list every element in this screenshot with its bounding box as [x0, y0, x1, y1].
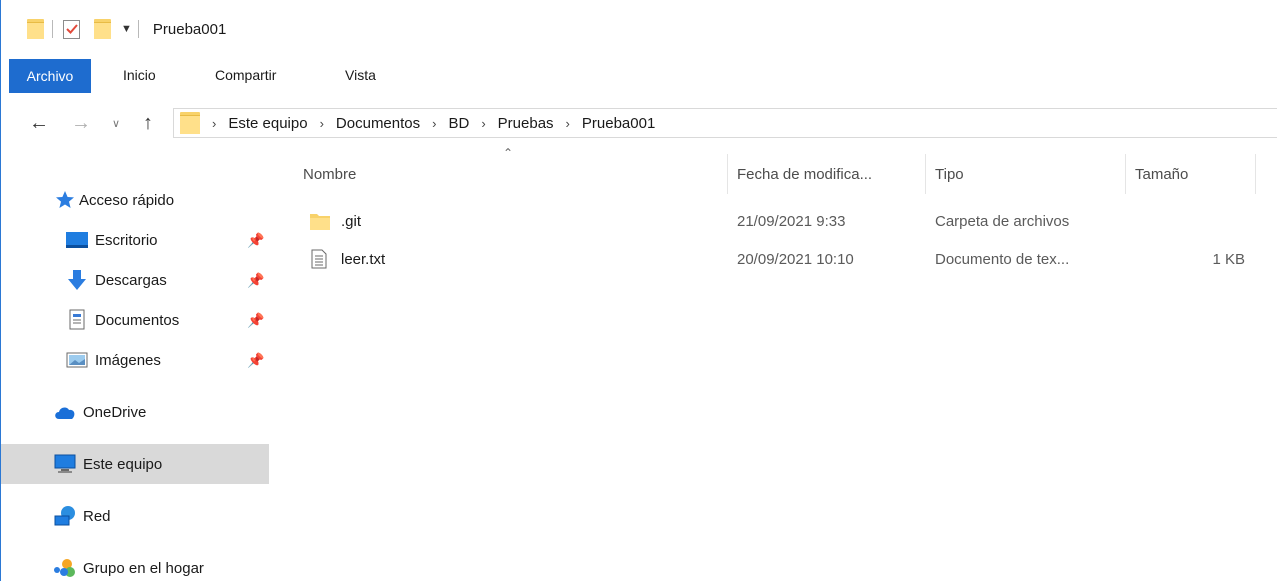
sidebar-item-label: Documentos — [95, 311, 180, 329]
sidebar-item-label: Grupo en el hogar — [83, 559, 204, 577]
text-file-icon — [311, 240, 341, 278]
tab-archivo[interactable]: Archivo — [9, 59, 91, 93]
sidebar-item-label: Acceso rápido — [79, 191, 175, 209]
network-icon — [53, 505, 77, 527]
recent-locations-chevron-icon[interactable]: ∨ — [109, 117, 123, 130]
tab-compartir[interactable]: Compartir — [215, 58, 313, 92]
toolbar-divider — [52, 20, 53, 38]
pin-icon[interactable]: 📌 — [247, 232, 264, 249]
file-row-git[interactable]: .git 21/09/2021 9:33 Carpeta de archivos — [303, 202, 1253, 240]
tab-vista[interactable]: Vista — [345, 58, 405, 92]
toolbar-divider — [137, 20, 139, 38]
pin-icon[interactable]: 📌 — [247, 312, 264, 329]
breadcrumb-bd[interactable]: BD — [448, 115, 469, 132]
sidebar-item-label: Este equipo — [83, 455, 163, 473]
address-bar[interactable]: › Este equipo › Documentos › BD › Prueba… — [173, 108, 1277, 138]
sidebar-item-red[interactable]: Red — [1, 496, 269, 536]
sidebar-item-grupo-hogar[interactable]: Grupo en el hogar — [1, 548, 269, 581]
breadcrumb-este-equipo[interactable]: Este equipo — [228, 115, 307, 132]
window-title: Prueba001 — [152, 20, 227, 38]
sidebar-item-label: Red — [83, 507, 111, 525]
breadcrumb-prueba001[interactable]: Prueba001 — [582, 115, 655, 132]
folder-icon — [27, 19, 44, 39]
title-bar: ▼ Prueba001 — [1, 0, 1277, 58]
column-divider[interactable] — [1255, 154, 1256, 194]
file-explorer-window: ▼ Prueba001 Archivo Inicio Compartir Vis… — [0, 0, 1277, 581]
quick-access-toolbar: ▼ — [27, 0, 147, 58]
breadcrumb-separator-icon[interactable]: › — [320, 116, 324, 131]
file-name[interactable]: leer.txt — [341, 240, 721, 278]
up-arrow-icon[interactable]: ↑ — [139, 112, 157, 135]
column-divider[interactable] — [1125, 154, 1126, 194]
file-type: Documento de tex... — [935, 250, 1070, 268]
customize-toolbar-icon[interactable]: ▼ — [121, 23, 132, 35]
file-type: Carpeta de archivos — [935, 212, 1070, 230]
file-row-leer-txt[interactable]: leer.txt 20/09/2021 10:10 Documento de t… — [303, 240, 1253, 278]
folder-icon — [180, 112, 200, 134]
sidebar-item-quick-access[interactable]: Acceso rápido — [1, 180, 269, 220]
tab-inicio[interactable]: Inicio — [123, 58, 193, 92]
documents-icon — [65, 309, 89, 331]
cloud-icon — [53, 401, 77, 423]
sidebar-item-label: Descargas — [95, 271, 167, 289]
breadcrumb-separator-icon[interactable]: › — [212, 116, 216, 131]
desktop-icon — [65, 229, 89, 251]
computer-icon — [53, 453, 77, 475]
downloads-icon — [65, 269, 89, 291]
star-icon — [53, 189, 77, 211]
sidebar-item-este-equipo[interactable]: Este equipo — [1, 444, 269, 484]
breadcrumb-separator-icon[interactable]: › — [566, 116, 570, 131]
column-header-size[interactable]: Tamaño — [1127, 156, 1255, 192]
file-size: 1 KB — [1212, 250, 1245, 268]
file-modified: 20/09/2021 10:10 — [737, 250, 854, 268]
column-header-name[interactable]: Nombre — [295, 156, 725, 192]
sidebar-item-label: Imágenes — [95, 351, 161, 369]
forward-arrow-icon[interactable]: → — [71, 112, 91, 135]
pin-icon[interactable]: 📌 — [247, 272, 264, 289]
sidebar-item-documentos[interactable]: Documentos 📌 — [1, 300, 269, 340]
breadcrumb-separator-icon[interactable]: › — [481, 116, 485, 131]
breadcrumb-documentos[interactable]: Documentos — [336, 115, 420, 132]
pictures-icon — [65, 349, 89, 371]
sidebar-item-label: OneDrive — [83, 403, 147, 421]
sidebar-item-descargas[interactable]: Descargas 📌 — [1, 260, 269, 300]
file-modified: 21/09/2021 9:33 — [737, 212, 846, 230]
navigation-bar: ← → ∨ ↑ › Este equipo › Documentos › BD … — [1, 100, 1277, 146]
ribbon-tabs: Archivo Inicio Compartir Vista — [1, 58, 1277, 94]
column-divider[interactable] — [925, 154, 926, 194]
new-folder-icon[interactable] — [94, 19, 111, 39]
sidebar-item-label: Escritorio — [95, 231, 158, 249]
folder-icon — [309, 202, 339, 240]
sidebar-item-onedrive[interactable]: OneDrive — [1, 392, 269, 432]
sidebar-item-imagenes[interactable]: Imágenes 📌 — [1, 340, 269, 380]
properties-icon[interactable] — [63, 19, 80, 39]
file-size — [1133, 202, 1245, 240]
sidebar-item-escritorio[interactable]: Escritorio 📌 — [1, 220, 269, 260]
breadcrumb-pruebas[interactable]: Pruebas — [498, 115, 554, 132]
homegroup-icon — [53, 557, 77, 579]
column-header-modified[interactable]: Fecha de modifica... — [729, 156, 925, 192]
back-arrow-icon[interactable]: ← — [29, 112, 49, 135]
pin-icon[interactable]: 📌 — [247, 352, 264, 369]
column-header-type[interactable]: Tipo — [927, 156, 1123, 192]
column-divider[interactable] — [727, 154, 728, 194]
file-name[interactable]: .git — [341, 202, 721, 240]
file-list-pane: ⌃ Nombre Fecha de modifica... Tipo Tamañ… — [273, 146, 1277, 581]
breadcrumb-separator-icon[interactable]: › — [432, 116, 436, 131]
navigation-pane: Acceso rápido Escritorio 📌 Descargas 📌 D… — [1, 146, 273, 581]
